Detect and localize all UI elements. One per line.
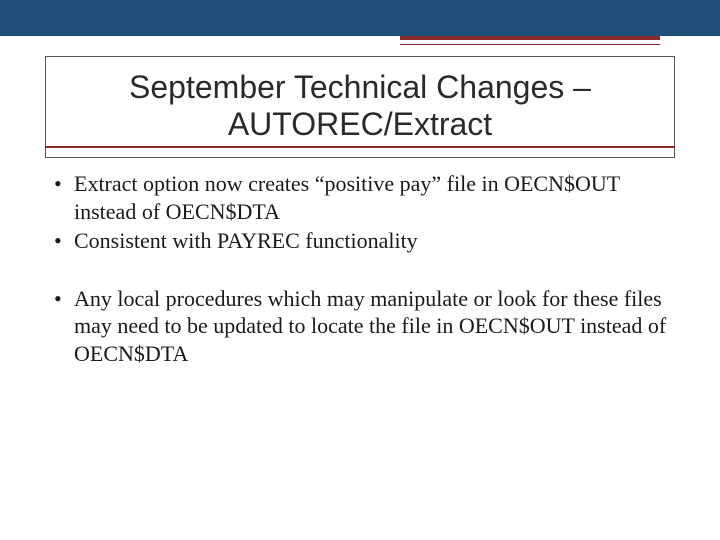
bullet-list: Extract option now creates “positive pay… [50, 170, 670, 255]
slide-title: September Technical Changes – AUTOREC/Ex… [66, 69, 654, 143]
top-color-band [0, 0, 720, 36]
slide-title-line2: AUTOREC/Extract [228, 106, 492, 142]
accent-rule-thin [400, 44, 660, 45]
list-item: Extract option now creates “positive pay… [50, 170, 670, 225]
spacer [50, 257, 670, 285]
list-item: Any local procedures which may manipulat… [50, 285, 670, 368]
slide-body: Extract option now creates “positive pay… [50, 170, 670, 369]
slide-title-line1: September Technical Changes – [129, 69, 591, 105]
slide-title-box: September Technical Changes – AUTOREC/Ex… [45, 56, 675, 158]
accent-rule-thick [400, 36, 660, 40]
list-item: Consistent with PAYREC functionality [50, 227, 670, 255]
title-underline [45, 146, 675, 148]
bullet-list: Any local procedures which may manipulat… [50, 285, 670, 368]
